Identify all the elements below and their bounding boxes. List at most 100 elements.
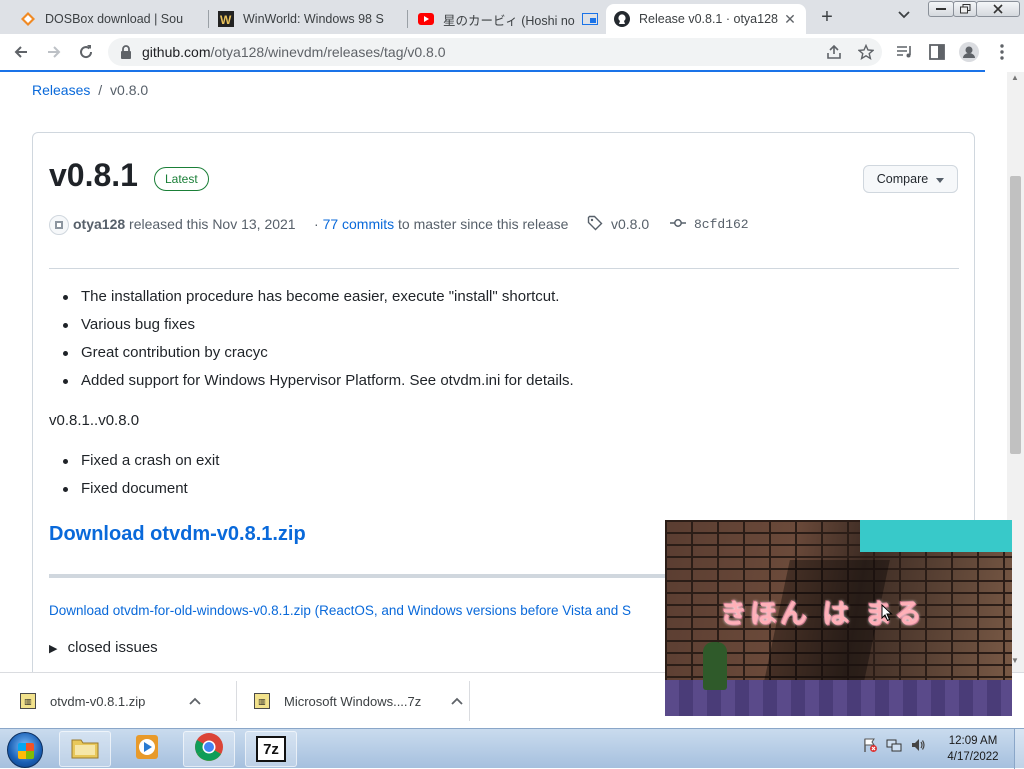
system-tray <box>862 737 926 756</box>
disclosure-triangle-icon: ▶ <box>49 643 58 655</box>
taskbar-media-player[interactable] <box>121 731 173 767</box>
forward-button[interactable] <box>42 40 66 64</box>
sub-notes-list: Fixed a crash on exit Fixed document <box>49 447 959 503</box>
video-caption: きほん は まる <box>720 599 925 630</box>
download-old-windows-link[interactable]: Download otvdm-for-old-windows-v0.8.1.zi… <box>49 603 631 618</box>
release-title[interactable]: v0.8.1 <box>49 157 138 194</box>
close-window-button[interactable] <box>976 1 1020 17</box>
side-panel-icon[interactable] <box>925 40 949 64</box>
tab-search-icon[interactable] <box>894 8 914 28</box>
notes-list: The installation procedure has become ea… <box>49 283 959 395</box>
download-separator <box>236 681 237 721</box>
scroll-down-arrow-icon[interactable]: ▼ <box>1011 656 1019 665</box>
share-icon[interactable] <box>822 40 846 64</box>
commits-suffix: to master since this release <box>398 216 569 232</box>
profile-avatar-icon[interactable] <box>957 40 981 64</box>
taskbar-chrome[interactable] <box>183 731 235 767</box>
url-domain: github.com <box>142 44 211 60</box>
media-player-icon <box>133 733 161 766</box>
media-control-icon[interactable] <box>893 40 917 64</box>
release-meta: otya128 released this Nov 13, 2021 · 77 … <box>49 213 959 239</box>
tab-github-release[interactable]: Release v0.8.1 · otya128/ ✕ <box>606 4 806 34</box>
clock-date: 4/17/2022 <box>947 751 999 763</box>
breadcrumb-releases-link[interactable]: Releases <box>32 82 90 98</box>
download-item[interactable]: ▥ otvdm-v0.8.1.zip <box>20 673 202 729</box>
restore-button[interactable] <box>953 1 977 17</box>
chevron-up-icon[interactable] <box>451 694 463 708</box>
github-icon <box>614 11 630 27</box>
tab-title: WinWorld: Windows 98 S <box>243 12 384 26</box>
commit-hash-link[interactable]: 8cfd162 <box>694 217 749 232</box>
closed-issues-toggle[interactable]: ▶ closed issues <box>49 639 158 656</box>
download-separator <box>469 681 470 721</box>
clock-time: 12:09 AM <box>948 735 998 747</box>
lock-icon[interactable] <box>120 45 134 59</box>
svg-text:W: W <box>220 13 232 27</box>
chevron-up-icon[interactable] <box>189 694 202 708</box>
list-item: Fixed a crash on exit <box>49 447 959 475</box>
picture-in-picture-video[interactable]: きほん は まる <box>665 520 1012 716</box>
list-item: Fixed document <box>49 475 959 503</box>
breadcrumb: Releases / v0.8.0 <box>32 82 148 98</box>
tab-title: DOSBox download | Sou <box>45 12 184 26</box>
tab-winworld[interactable]: W WinWorld: Windows 98 S <box>210 4 406 34</box>
taskbar-7zip[interactable]: 7z <box>245 731 297 767</box>
windows-taskbar: 7z 12:09 AM 4/17/2022 <box>0 728 1024 769</box>
tab-strip: DOSBox download | Sou W WinWorld: Window… <box>0 0 1024 34</box>
bookmark-star-icon[interactable] <box>854 40 878 64</box>
caret-down-icon <box>936 172 945 186</box>
commits-link[interactable]: 77 commits <box>323 216 395 232</box>
zip-file-icon: ▥ <box>20 693 36 709</box>
author-link[interactable]: otya128 <box>73 216 125 232</box>
notes-subheading: v0.8.1..v0.8.0 <box>49 412 140 429</box>
tag-link[interactable]: v0.8.0 <box>611 216 649 232</box>
reload-button[interactable] <box>74 40 98 64</box>
youtube-icon <box>418 11 434 27</box>
volume-icon[interactable] <box>910 737 926 756</box>
folder-icon <box>70 734 100 765</box>
released-text: released this Nov 13, 2021 <box>129 216 296 232</box>
picture-in-picture-icon[interactable] <box>582 13 598 25</box>
scrollbar-thumb[interactable] <box>1010 176 1021 454</box>
winworld-icon: W <box>218 11 234 27</box>
taskbar-file-explorer[interactable] <box>59 731 111 767</box>
list-item: Great contribution by cracyc <box>49 339 959 367</box>
back-button[interactable] <box>9 40 33 64</box>
list-item: The installation procedure has become ea… <box>49 283 959 311</box>
commits-line: · 77 commits to master since this releas… <box>314 216 568 232</box>
tab-dosbox[interactable]: DOSBox download | Sou <box>12 4 208 34</box>
tab-separator <box>407 10 408 28</box>
dosbox-icon <box>20 11 36 27</box>
download-item[interactable]: ▥ Microsoft Windows....7z <box>254 673 463 729</box>
system-clock[interactable]: 12:09 AM 4/17/2022 <box>940 733 1006 765</box>
kebab-menu-icon[interactable] <box>990 40 1014 64</box>
tag-icon <box>587 215 603 234</box>
tab-title: Release v0.8.1 · otya128/ <box>639 12 778 26</box>
address-bar[interactable]: github.com/otya128/winevdm/releases/tag/… <box>108 38 882 66</box>
new-tab-button[interactable]: + <box>815 6 839 30</box>
tab-title: 星のカービィ (Hoshi no <box>443 13 575 28</box>
latest-badge: Latest <box>154 167 209 191</box>
release-author-line: otya128 released this Nov 13, 2021 <box>73 216 296 232</box>
close-tab-icon[interactable]: ✕ <box>782 11 798 28</box>
author-avatar[interactable] <box>49 215 69 235</box>
commits-prefix: · <box>314 216 319 232</box>
release-notes: The installation procedure has become ea… <box>49 283 959 503</box>
show-desktop-button[interactable] <box>1014 729 1024 769</box>
compare-button[interactable]: Compare <box>863 165 958 193</box>
tab-youtube[interactable]: 星のカービィ (Hoshi no <box>410 4 606 34</box>
breadcrumb-current: v0.8.0 <box>110 82 149 98</box>
minimize-button[interactable] <box>928 1 954 17</box>
divider <box>49 268 959 269</box>
network-icon[interactable] <box>886 737 902 756</box>
download-zip-link[interactable]: Download otvdm-v0.8.1.zip <box>49 523 306 546</box>
start-button[interactable] <box>7 732 43 768</box>
7z-file-icon: ▥ <box>254 693 270 709</box>
action-center-flag-icon[interactable] <box>862 737 878 756</box>
closed-issues-label: closed issues <box>67 639 158 656</box>
download-filename: otvdm-v0.8.1.zip <box>50 693 146 709</box>
download-filename: Microsoft Windows....7z <box>284 693 422 709</box>
scroll-up-arrow-icon[interactable]: ▲ <box>1011 73 1019 82</box>
tab-separator <box>208 10 209 28</box>
video-hydrant <box>703 642 727 690</box>
